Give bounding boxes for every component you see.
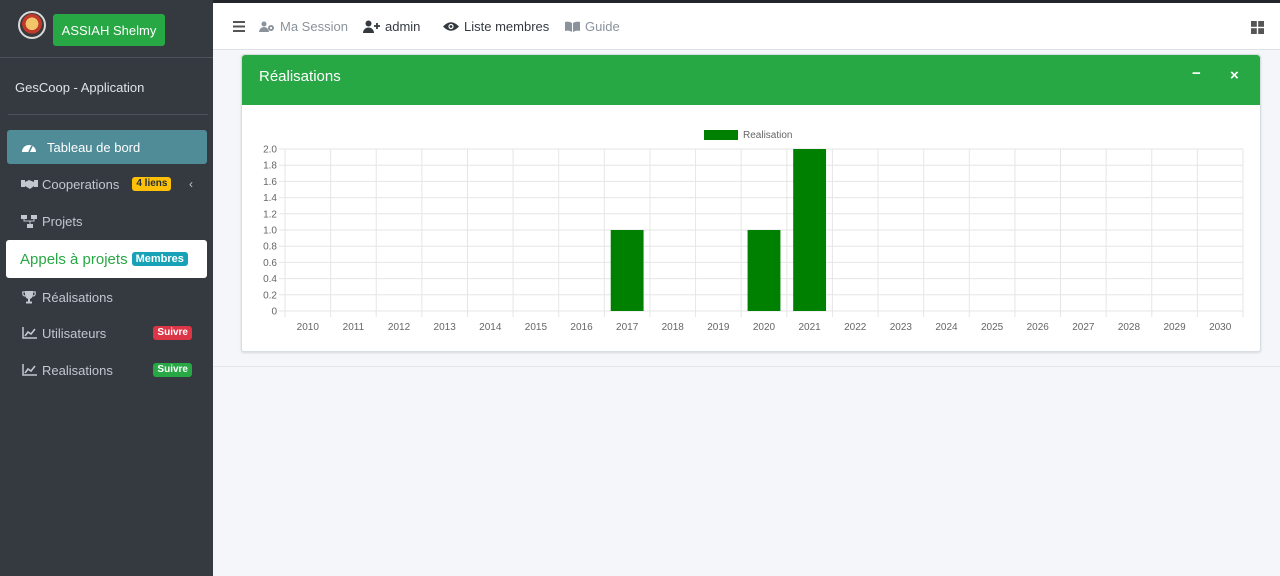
legend-swatch <box>704 130 738 140</box>
top-navbar: Ma Session admin Liste membres Guide <box>213 3 1280 50</box>
th-large-icon <box>1251 21 1264 37</box>
grid-button[interactable] <box>1251 21 1264 37</box>
sidebar-item-label: Utilisateurs <box>42 325 107 341</box>
x-tick-label: 2025 <box>981 322 1004 333</box>
divider <box>8 114 208 115</box>
nav-link-label: Ma Session <box>280 19 348 34</box>
app-name: GesCoop - Application <box>15 80 145 95</box>
x-tick-label: 2016 <box>570 322 593 333</box>
sidebar-item-realisations[interactable]: Réalisations <box>7 280 207 314</box>
count-badge: 4 liens <box>132 177 172 191</box>
x-tick-label: 2021 <box>798 322 821 333</box>
nav-link-label: Guide <box>585 19 620 34</box>
x-tick-label: 2010 <box>297 322 320 333</box>
divider <box>213 366 1280 367</box>
x-tick-label: 2024 <box>935 322 958 333</box>
sidebar-item-label: Appels à projets <box>20 250 128 268</box>
trophy-icon <box>20 290 38 304</box>
close-icon: × <box>1230 67 1239 84</box>
x-tick-label: 2023 <box>890 322 913 333</box>
sidebar-item-label: Cooperations <box>42 176 120 192</box>
x-tick-label: 2030 <box>1209 322 1232 333</box>
y-tick-label: 1.0 <box>263 226 277 237</box>
nav-liste-membres[interactable]: Liste membres <box>443 19 549 34</box>
handshake-icon <box>20 177 38 191</box>
x-tick-label: 2015 <box>525 322 548 333</box>
sidebar-item-label: Realisations <box>42 362 113 378</box>
card-title: Réalisations <box>259 68 341 85</box>
legend-label: Realisation <box>743 130 792 141</box>
nav-ma-session[interactable]: Ma Session <box>259 19 348 34</box>
x-tick-label: 2026 <box>1027 322 1050 333</box>
chart-line-icon <box>20 363 38 377</box>
card-header: Réalisations − × <box>242 55 1260 105</box>
y-tick-label: 1.2 <box>263 209 277 220</box>
nav-guide[interactable]: Guide <box>565 19 620 34</box>
minus-icon: − <box>1192 65 1201 82</box>
book-open-icon <box>565 21 580 32</box>
bar-2021[interactable] <box>793 149 827 311</box>
y-axis: 0 0.2 0.4 0.6 0.8 1.0 1.2 1.4 1.6 1.8 2.0 <box>263 145 277 318</box>
x-tick-label: 2028 <box>1118 322 1141 333</box>
sidebar-item-label: Réalisations <box>42 289 113 305</box>
sidebar: ASSIAH Shelmy GesCoop - Application Tabl… <box>0 0 213 576</box>
x-tick-label: 2019 <box>707 322 730 333</box>
hamburger-icon <box>233 20 245 35</box>
x-tick-label: 2011 <box>343 322 365 333</box>
sidebar-brand: ASSIAH Shelmy <box>0 0 213 58</box>
x-tick-label: 2029 <box>1163 322 1186 333</box>
x-tick-label: 2022 <box>844 322 867 333</box>
y-tick-label: 1.4 <box>263 193 277 204</box>
minimize-button[interactable]: − <box>1192 65 1201 82</box>
user-button[interactable]: ASSIAH Shelmy <box>53 14 165 46</box>
y-tick-label: 2.0 <box>263 145 277 156</box>
logo[interactable] <box>18 11 46 39</box>
y-tick-label: 0.8 <box>263 242 277 253</box>
chart-line-icon <box>20 326 38 340</box>
realisations-card: Réalisations − × Realisation 0 0.2 0.4 0.6 0… <box>241 54 1261 352</box>
users-cog-icon <box>259 21 275 33</box>
menu-toggle[interactable] <box>233 20 245 35</box>
eye-icon <box>443 21 459 32</box>
sitemap-icon <box>20 214 38 228</box>
follow-badge: Suivre <box>153 363 192 377</box>
sidebar-item-label: Tableau de bord <box>47 139 141 155</box>
follow-badge: Suivre <box>153 326 192 340</box>
sidebar-item-tableau-de-bord[interactable]: Tableau de bord <box>7 130 207 164</box>
chevron-left-icon[interactable]: ‹ <box>189 177 193 191</box>
bar-2020[interactable] <box>747 230 781 311</box>
sidebar-item-label: Projets <box>42 213 83 229</box>
nav-link-label: Liste membres <box>464 19 550 34</box>
bar-2017[interactable] <box>610 230 644 311</box>
x-tick-label: 2027 <box>1072 322 1095 333</box>
x-axis: 2010 2011 2012 2013 2014 2015 2016 2017 2018 2019… <box>297 322 1232 333</box>
chart-legend: Realisation <box>704 130 792 141</box>
x-tick-label: 2013 <box>434 322 457 333</box>
y-tick-label: 0.4 <box>263 274 277 285</box>
dashboard-icon <box>20 140 38 154</box>
x-tick-label: 2012 <box>388 322 411 333</box>
y-tick-label: 1.8 <box>263 161 277 172</box>
sidebar-item-projets[interactable]: Projets <box>7 204 207 238</box>
sidebar-item-realisations-2[interactable]: Realisations Suivre <box>7 353 207 387</box>
y-tick-label: 1.6 <box>263 177 277 188</box>
sidebar-item-utilisateurs[interactable]: Utilisateurs Suivre <box>7 316 207 350</box>
y-tick-label: 0.6 <box>263 258 277 269</box>
y-tick-label: 0.2 <box>263 290 277 301</box>
bar-chart: Realisation 0 0.2 0.4 0.6 0.8 1.0 1.2 1.4 1.6 1.8… <box>263 130 1244 333</box>
nav-admin[interactable]: admin <box>363 19 420 34</box>
user-plus-icon <box>363 20 380 33</box>
x-tick-label: 2014 <box>479 322 502 333</box>
members-badge: Membres <box>131 252 188 266</box>
x-tick-label: 2018 <box>662 322 685 333</box>
nav-link-label: admin <box>385 19 421 34</box>
close-button[interactable]: × <box>1230 67 1239 84</box>
x-tick-label: 2020 <box>753 322 776 333</box>
sidebar-item-appels-a-projets[interactable]: Appels à projets Membres <box>6 240 207 278</box>
x-tick-label: 2017 <box>616 322 639 333</box>
sidebar-item-cooperations[interactable]: Cooperations 4 liens ‹ <box>7 167 207 201</box>
y-tick-label: 0 <box>271 307 277 318</box>
